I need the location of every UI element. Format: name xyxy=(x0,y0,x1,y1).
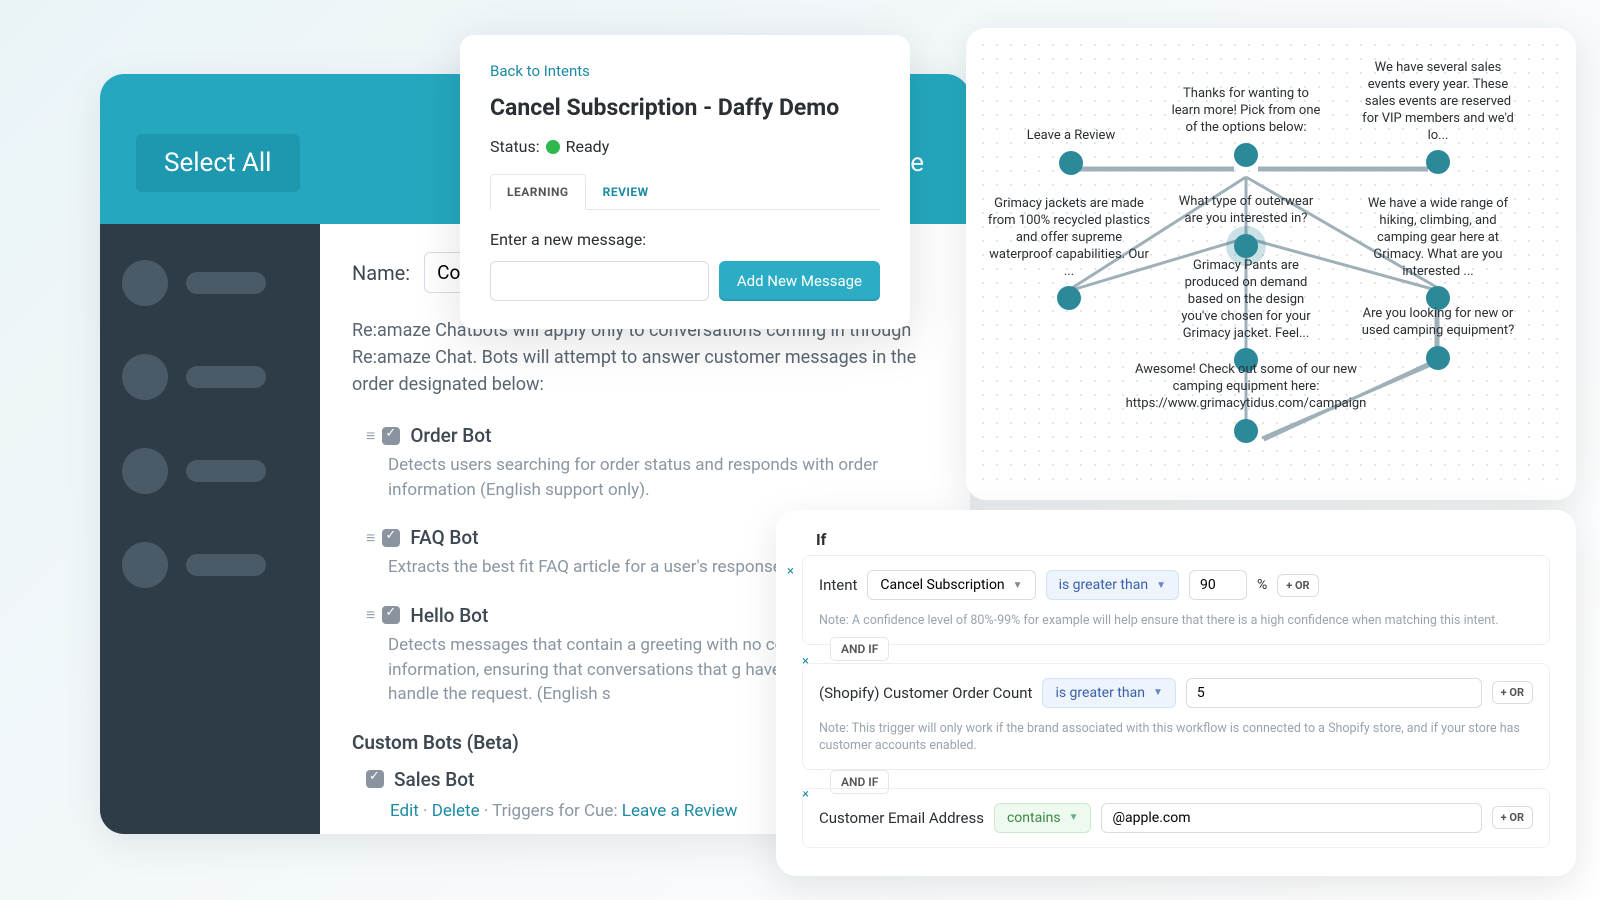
node-label: What type of outerwear are you intereste… xyxy=(1171,194,1321,228)
sidebar-item[interactable] xyxy=(122,448,298,494)
name-label: Name: xyxy=(352,261,410,285)
flow-node-leave-review[interactable]: Leave a Review xyxy=(1006,128,1136,175)
node-dot-icon xyxy=(1234,419,1258,443)
node-label: Thanks for wanting to learn more! Pick f… xyxy=(1171,86,1321,137)
condition-note: Note: A confidence level of 80%-99% for … xyxy=(819,612,1533,630)
node-dot-icon xyxy=(1426,346,1450,370)
back-to-intents-link[interactable]: Back to Intents xyxy=(490,62,590,80)
tab-bar: LEARNING REVIEW xyxy=(490,174,880,210)
caret-down-icon: ▼ xyxy=(1069,812,1079,823)
tab-review[interactable]: REVIEW xyxy=(586,174,666,209)
add-message-button[interactable]: Add New Message xyxy=(719,261,880,301)
checkbox[interactable] xyxy=(382,427,400,445)
node-dot-icon xyxy=(1234,234,1258,258)
trigger-link[interactable]: Leave a Review xyxy=(622,801,738,821)
node-label: Leave a Review xyxy=(1006,128,1136,145)
sidebar-item[interactable] xyxy=(122,354,298,400)
value-input[interactable] xyxy=(1101,803,1481,833)
node-dot-icon xyxy=(1059,151,1083,175)
status-label: Status: xyxy=(490,137,540,156)
sidebar-item[interactable] xyxy=(122,542,298,588)
node-label: We have a wide range of hiking, climbing… xyxy=(1358,196,1518,280)
caret-down-icon: ▼ xyxy=(1156,580,1166,591)
intent-title: Cancel Subscription - Daffy Demo xyxy=(490,94,880,121)
bot-item-order: ≡ Order Bot Detects users searching for … xyxy=(352,424,938,502)
operator-select[interactable]: contains▼ xyxy=(994,803,1092,833)
triggers-label: Triggers for Cue: xyxy=(492,801,617,821)
checkbox[interactable] xyxy=(382,529,400,547)
caret-down-icon: ▼ xyxy=(1013,580,1023,591)
percent-label: % xyxy=(1257,577,1267,593)
drag-handle-icon[interactable]: ≡ xyxy=(366,605,372,625)
checkbox[interactable] xyxy=(382,606,400,624)
add-or-button[interactable]: + OR xyxy=(1277,574,1318,597)
flow-graph-panel: Leave a Review Thanks for wanting to lea… xyxy=(966,28,1576,500)
remove-condition-icon[interactable]: × xyxy=(787,564,794,579)
bot-title: FAQ Bot xyxy=(410,526,478,549)
separator: · xyxy=(423,801,432,821)
bot-title: Hello Bot xyxy=(410,604,488,627)
operator-select[interactable]: is greater than▼ xyxy=(1046,570,1179,600)
checkbox[interactable] xyxy=(366,770,384,788)
and-if-divider: AND IF xyxy=(830,637,889,661)
flow-node-camping[interactable]: Are you looking for new or used camping … xyxy=(1358,306,1518,370)
flow-node-thanks[interactable]: Thanks for wanting to learn more! Pick f… xyxy=(1171,86,1321,167)
field-label: Customer Email Address xyxy=(819,809,984,827)
node-dot-icon xyxy=(1057,286,1081,310)
status-value: Ready xyxy=(566,137,610,156)
bot-description: Detects users searching for order status… xyxy=(388,453,938,502)
status-indicator-icon xyxy=(546,140,560,154)
condition-block-3: Customer Email Address contains▼ + OR xyxy=(802,788,1550,848)
intro-text: Re:amaze Chatbots will apply only to con… xyxy=(352,317,938,398)
sidebar-item[interactable] xyxy=(122,260,298,306)
value-input[interactable] xyxy=(1189,570,1247,600)
add-or-button[interactable]: + OR xyxy=(1492,681,1533,704)
flow-node-jackets[interactable]: Grimacy jackets are made from 100% recyc… xyxy=(984,196,1154,310)
field-label: Intent xyxy=(819,576,857,594)
sidebar xyxy=(100,224,320,834)
node-dot-icon xyxy=(1426,150,1450,174)
new-message-input[interactable] xyxy=(490,261,709,301)
condition-block-2: (Shopify) Customer Order Count is greate… xyxy=(802,663,1550,770)
node-label: Awesome! Check out some of our new campi… xyxy=(1116,362,1376,413)
delete-link[interactable]: Delete xyxy=(432,801,480,821)
flow-canvas[interactable]: Leave a Review Thanks for wanting to lea… xyxy=(976,38,1566,490)
select-all-button[interactable]: Select All xyxy=(136,134,300,192)
operator-select[interactable]: is greater than▼ xyxy=(1042,678,1175,708)
node-dot-icon xyxy=(1234,143,1258,167)
bot-title: Order Bot xyxy=(410,424,491,447)
drag-handle-icon[interactable]: ≡ xyxy=(366,426,372,446)
tab-learning[interactable]: LEARNING xyxy=(490,174,586,210)
caret-down-icon: ▼ xyxy=(1153,687,1163,698)
field-label: (Shopify) Customer Order Count xyxy=(819,684,1032,702)
flow-node-pants[interactable]: Grimacy Pants are produced on demand bas… xyxy=(1171,258,1321,372)
drag-handle-icon[interactable]: ≡ xyxy=(366,528,372,548)
separator: · xyxy=(484,801,492,821)
value-input[interactable] xyxy=(1186,678,1482,708)
node-label: Are you looking for new or used camping … xyxy=(1358,306,1518,340)
flow-node-outerwear[interactable]: What type of outerwear are you intereste… xyxy=(1171,194,1321,258)
flow-node-sales-events[interactable]: We have several sales events every year.… xyxy=(1358,60,1518,174)
condition-block-1: × Intent Cancel Subscription▼ is greater… xyxy=(802,555,1550,645)
edit-link[interactable]: Edit xyxy=(390,801,419,821)
intent-modal: Back to Intents Cancel Subscription - Da… xyxy=(460,35,910,329)
workflow-conditions-panel: If × Intent Cancel Subscription▼ is grea… xyxy=(776,510,1576,876)
flow-node-hiking[interactable]: We have a wide range of hiking, climbing… xyxy=(1358,196,1518,310)
new-message-label: Enter a new message: xyxy=(490,230,880,249)
node-label: Grimacy Pants are produced on demand bas… xyxy=(1171,258,1321,342)
if-label: If xyxy=(816,530,1550,549)
flow-node-awesome[interactable]: Awesome! Check out some of our new campi… xyxy=(1116,362,1376,443)
condition-note: Note: This trigger will only work if the… xyxy=(819,720,1533,755)
node-label: Grimacy jackets are made from 100% recyc… xyxy=(984,196,1154,280)
add-or-button[interactable]: + OR xyxy=(1492,806,1533,829)
sales-bot-label: Sales Bot xyxy=(394,768,474,791)
node-label: We have several sales events every year.… xyxy=(1358,60,1518,144)
intent-select[interactable]: Cancel Subscription▼ xyxy=(867,570,1035,600)
